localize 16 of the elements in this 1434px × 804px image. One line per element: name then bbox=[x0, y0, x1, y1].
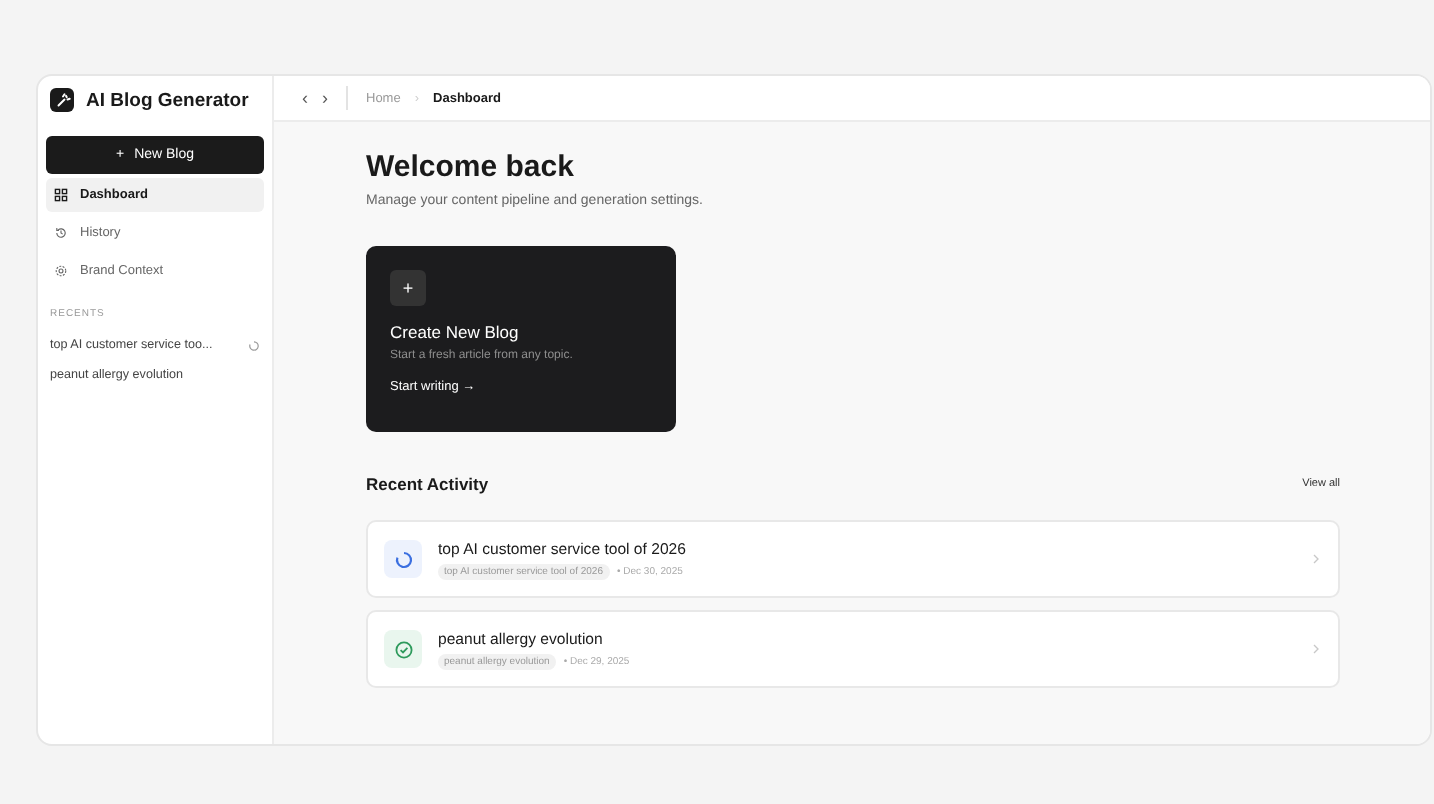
section-heading: Recent Activity bbox=[366, 474, 489, 494]
settings-icon bbox=[54, 264, 68, 278]
chevron-right-icon bbox=[1312, 552, 1320, 566]
plus-icon: + bbox=[390, 270, 426, 306]
chevron-right-icon bbox=[1312, 642, 1320, 656]
spinner-icon bbox=[384, 540, 422, 578]
app-title: AI Blog Generator bbox=[86, 89, 249, 111]
forward-button[interactable]: › bbox=[322, 88, 328, 108]
history-icon bbox=[54, 226, 68, 240]
check-icon bbox=[384, 630, 422, 668]
page-title: Welcome back bbox=[366, 150, 576, 184]
logo-icon bbox=[50, 88, 74, 112]
card-title: Create New Blog bbox=[390, 322, 521, 342]
back-button[interactable]: ‹ bbox=[302, 88, 308, 108]
spinner-icon bbox=[248, 339, 260, 351]
grid-icon bbox=[54, 188, 68, 202]
